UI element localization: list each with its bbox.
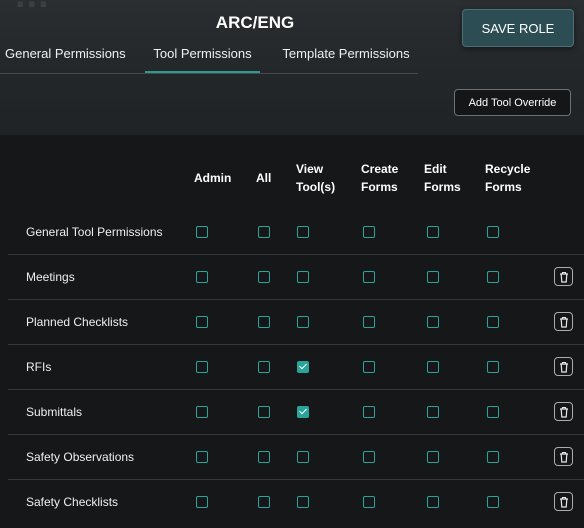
recycle-forms-checkbox[interactable] (487, 316, 499, 328)
edit-forms-checkbox[interactable] (427, 451, 439, 463)
view-tools-checkbox[interactable] (297, 271, 309, 283)
edit-forms-checkbox[interactable] (427, 406, 439, 418)
column-header-recycle-forms: Recycle Forms (485, 162, 531, 194)
admin-checkbox[interactable] (196, 496, 208, 508)
trash-icon[interactable] (554, 267, 573, 286)
view-tools-checkbox[interactable] (297, 451, 309, 463)
admin-checkbox[interactable] (196, 316, 208, 328)
all-checkbox[interactable] (258, 361, 270, 373)
row-label: Meetings (26, 270, 75, 284)
permission-tabs: General Permissions Tool Permissions Tem… (0, 40, 418, 74)
recycle-forms-checkbox[interactable] (487, 271, 499, 283)
save-role-button[interactable]: SAVE ROLE (462, 9, 574, 47)
trash-icon[interactable] (554, 312, 573, 331)
table-row: Planned Checklists (8, 300, 584, 345)
view-tools-checkbox[interactable] (297, 496, 309, 508)
trash-icon[interactable] (554, 492, 573, 511)
tab-general-permissions[interactable]: General Permissions (5, 40, 126, 73)
row-label: Safety Observations (26, 450, 135, 464)
header: ... ARC/ENG SAVE ROLE General Permission… (0, 0, 584, 135)
create-forms-checkbox[interactable] (363, 496, 375, 508)
create-forms-checkbox[interactable] (363, 316, 375, 328)
view-tools-checkbox[interactable] (297, 226, 309, 238)
admin-checkbox[interactable] (196, 361, 208, 373)
recycle-forms-checkbox[interactable] (487, 226, 499, 238)
tab-template-permissions[interactable]: Template Permissions (280, 40, 412, 73)
table-row: Safety Observations (8, 435, 584, 480)
admin-checkbox[interactable] (196, 271, 208, 283)
all-checkbox[interactable] (258, 496, 270, 508)
row-label: Safety Checklists (26, 495, 119, 509)
column-header-edit-forms: Edit Forms (424, 162, 461, 194)
edit-forms-checkbox[interactable] (427, 496, 439, 508)
create-forms-checkbox[interactable] (363, 406, 375, 418)
trash-icon[interactable] (554, 447, 573, 466)
create-forms-checkbox[interactable] (363, 361, 375, 373)
row-label: Submittals (26, 405, 83, 419)
admin-checkbox[interactable] (196, 226, 208, 238)
table-row: General Tool Permissions (8, 210, 584, 255)
create-forms-checkbox[interactable] (363, 271, 375, 283)
table-row: Submittals (8, 390, 584, 435)
all-checkbox[interactable] (258, 406, 270, 418)
role-editor: ... ARC/ENG SAVE ROLE General Permission… (0, 0, 584, 528)
admin-checkbox[interactable] (196, 451, 208, 463)
add-tool-override-button[interactable]: Add Tool Override (454, 89, 571, 116)
tab-tool-permissions[interactable]: Tool Permissions (145, 40, 260, 73)
view-tools-checkbox[interactable] (297, 316, 309, 328)
edit-forms-checkbox[interactable] (427, 226, 439, 238)
column-header-create-forms: Create Forms (361, 162, 399, 194)
recycle-forms-checkbox[interactable] (487, 451, 499, 463)
recycle-forms-checkbox[interactable] (487, 496, 499, 508)
trash-icon[interactable] (554, 357, 573, 376)
admin-checkbox[interactable] (196, 406, 208, 418)
all-checkbox[interactable] (258, 226, 270, 238)
recycle-forms-checkbox[interactable] (487, 406, 499, 418)
table-row: Meetings (8, 255, 584, 300)
edit-forms-checkbox[interactable] (427, 271, 439, 283)
edit-forms-checkbox[interactable] (427, 316, 439, 328)
row-label: General Tool Permissions (26, 225, 163, 239)
all-checkbox[interactable] (258, 316, 270, 328)
row-label: RFIs (26, 360, 52, 374)
table-row: Safety Checklists (8, 480, 584, 525)
column-header-admin: Admin (194, 171, 232, 185)
row-label: Planned Checklists (26, 315, 129, 329)
role-title: ARC/ENG (215, 13, 295, 32)
create-forms-checkbox[interactable] (363, 226, 375, 238)
all-checkbox[interactable] (258, 451, 270, 463)
column-header-view-tools: View Tool(s) (296, 162, 336, 194)
tabs-divider (0, 73, 418, 74)
create-forms-checkbox[interactable] (363, 451, 375, 463)
recycle-forms-checkbox[interactable] (487, 361, 499, 373)
trash-icon[interactable] (554, 402, 573, 421)
all-checkbox[interactable] (258, 271, 270, 283)
column-header-all: All (256, 171, 272, 185)
table-row: RFIs (8, 345, 584, 390)
view-tools-checkbox[interactable] (297, 361, 309, 373)
edit-forms-checkbox[interactable] (427, 361, 439, 373)
view-tools-checkbox[interactable] (297, 406, 309, 418)
